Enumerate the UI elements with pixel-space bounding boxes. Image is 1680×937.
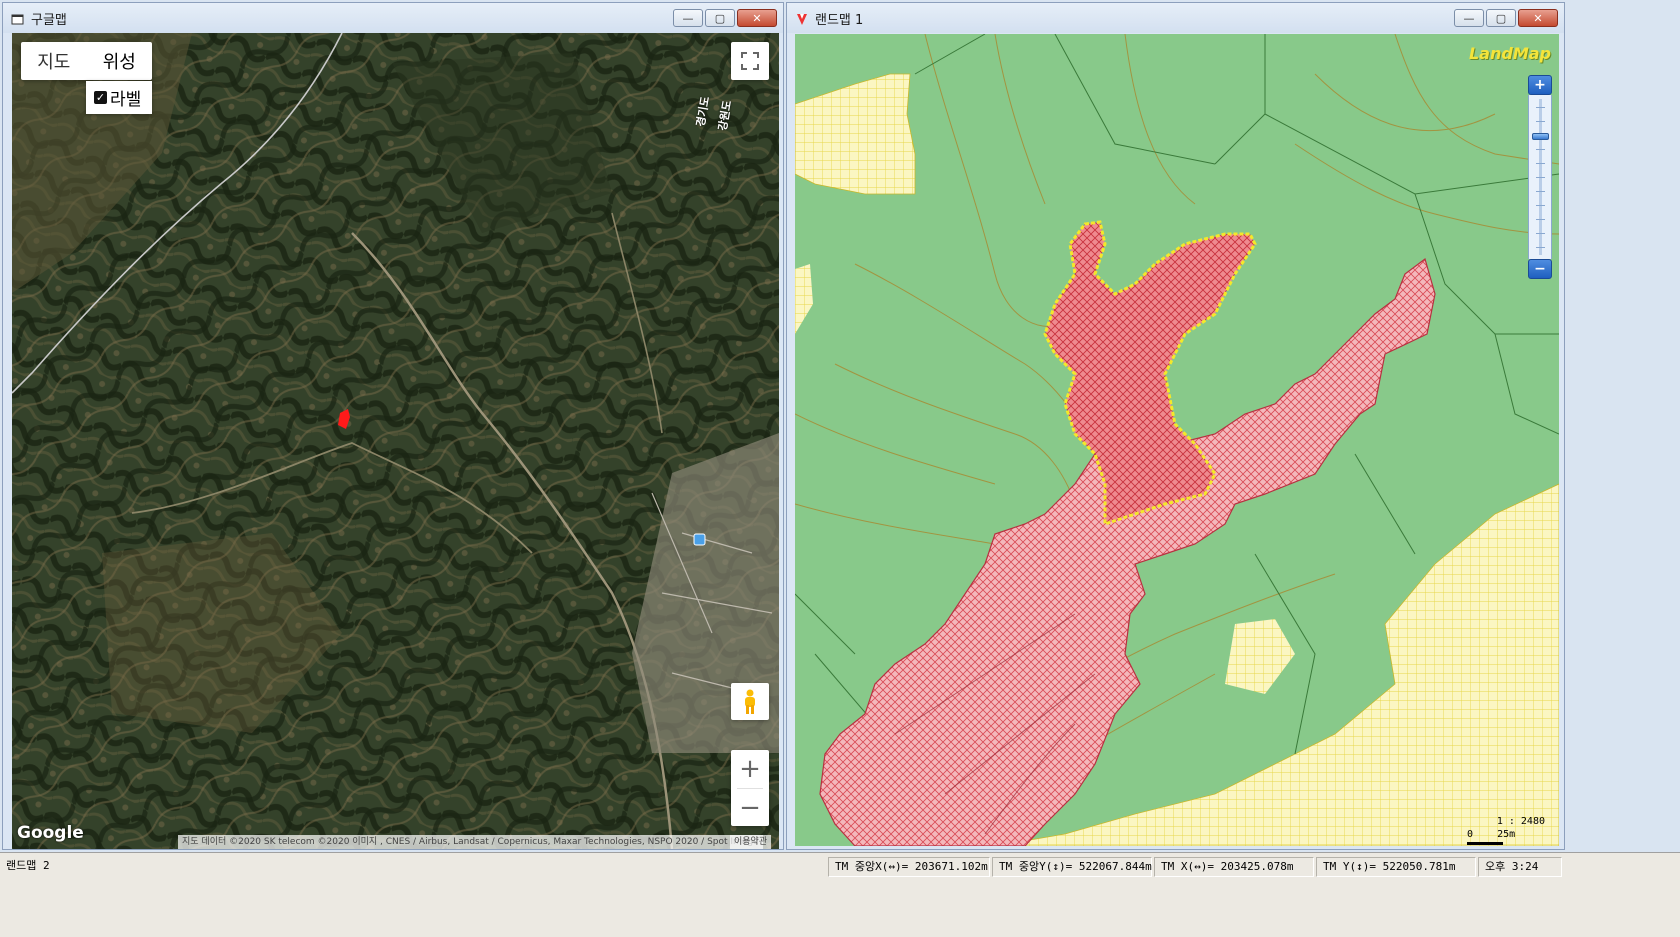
landmap-logo: LandMap [1468, 44, 1551, 63]
scale-bar [1467, 842, 1503, 845]
status-clock: 오후 3:24 [1478, 857, 1562, 877]
window-title: 구글맵 [31, 12, 67, 28]
status-tm-center-x: TM 중앙X(↔)= 203671.102m [828, 857, 990, 877]
google-map-titlebar[interactable]: 구글맵 — ▢ ✕ [3, 3, 783, 33]
minimize-button[interactable]: — [1454, 9, 1484, 27]
cadastral-map-view[interactable]: LandMap + − 1 : 2480 0 25m [795, 34, 1559, 846]
map-scale: 1 : 2480 0 25m [1467, 816, 1557, 845]
maximize-button[interactable]: ▢ [705, 9, 735, 27]
close-button[interactable]: ✕ [1518, 9, 1558, 27]
map-type-map-button[interactable]: 지도 [21, 42, 87, 80]
landmap-zoom-out-button[interactable]: − [1528, 259, 1552, 279]
street-view-pegman[interactable] [731, 683, 769, 720]
google-map-window: 구글맵 — ▢ ✕ 경기도 강원도 지도 위성 ✓ 라벨 + − Google … [2, 2, 784, 850]
fullscreen-button[interactable] [731, 42, 769, 80]
cadastral-map-canvas [795, 34, 1559, 846]
pegman-icon [745, 689, 755, 714]
map-type-satellite-button[interactable]: 위성 [87, 42, 153, 80]
checkbox-checked-icon[interactable]: ✓ [94, 91, 107, 104]
status-bar: 랜드맵 2 TM 중앙X(↔)= 203671.102m TM 중앙Y(↕)= … [0, 852, 1680, 937]
maximize-button[interactable]: ▢ [1486, 9, 1516, 27]
window-title: 랜드맵 1 [815, 12, 864, 28]
status-tm-y: TM Y(↕)= 522050.781m [1316, 857, 1476, 877]
scale-label: 0 25m [1467, 829, 1516, 840]
fullscreen-icon [741, 52, 759, 70]
landmap-zoom-slider: + − [1528, 75, 1552, 279]
minimize-button[interactable]: — [673, 9, 703, 27]
map-attribution: 지도 데이터 ©2020 SK telecom ©2020 이미지 , CNES… [178, 835, 763, 849]
zoom-slider-thumb[interactable] [1532, 133, 1549, 140]
close-button[interactable]: ✕ [737, 9, 777, 27]
status-app-name: 랜드맵 2 [0, 857, 826, 877]
google-logo: Google [17, 823, 84, 843]
landmap-titlebar[interactable]: 랜드맵 1 — ▢ ✕ [787, 3, 1564, 33]
zoom-control: + − [731, 750, 769, 826]
zoom-out-button[interactable]: − [731, 789, 769, 827]
app-window-icon [11, 11, 25, 25]
satellite-imagery [12, 33, 779, 849]
landmap-window: 랜드맵 1 — ▢ ✕ LandMap + − 1: 2480 0 25m [786, 2, 1565, 850]
status-tm-x: TM X(↔)= 203425.078m [1154, 857, 1314, 877]
labels-toggle-label: 라벨 [110, 90, 142, 110]
landmap-app-icon [795, 11, 809, 25]
map-type-control: 지도 위성 [21, 42, 152, 80]
zoom-slider-track[interactable] [1528, 95, 1552, 259]
zoom-in-button[interactable]: + [731, 750, 769, 788]
terms-link[interactable]: 이용약관 [730, 835, 772, 849]
landmap-zoom-in-button[interactable]: + [1528, 75, 1552, 95]
labels-toggle[interactable]: ✓ 라벨 [86, 81, 152, 114]
status-tm-center-y: TM 중앙Y(↕)= 522067.844m [992, 857, 1152, 877]
satellite-map-view[interactable]: 경기도 강원도 지도 위성 ✓ 라벨 + − Google 지도 데이터 ©20… [12, 33, 779, 849]
scale-ratio: 1 : 2480 [1496, 816, 1545, 827]
desktop: 구글맵 — ▢ ✕ 경기도 강원도 지도 위성 ✓ 라벨 + − Google … [0, 0, 1680, 937]
